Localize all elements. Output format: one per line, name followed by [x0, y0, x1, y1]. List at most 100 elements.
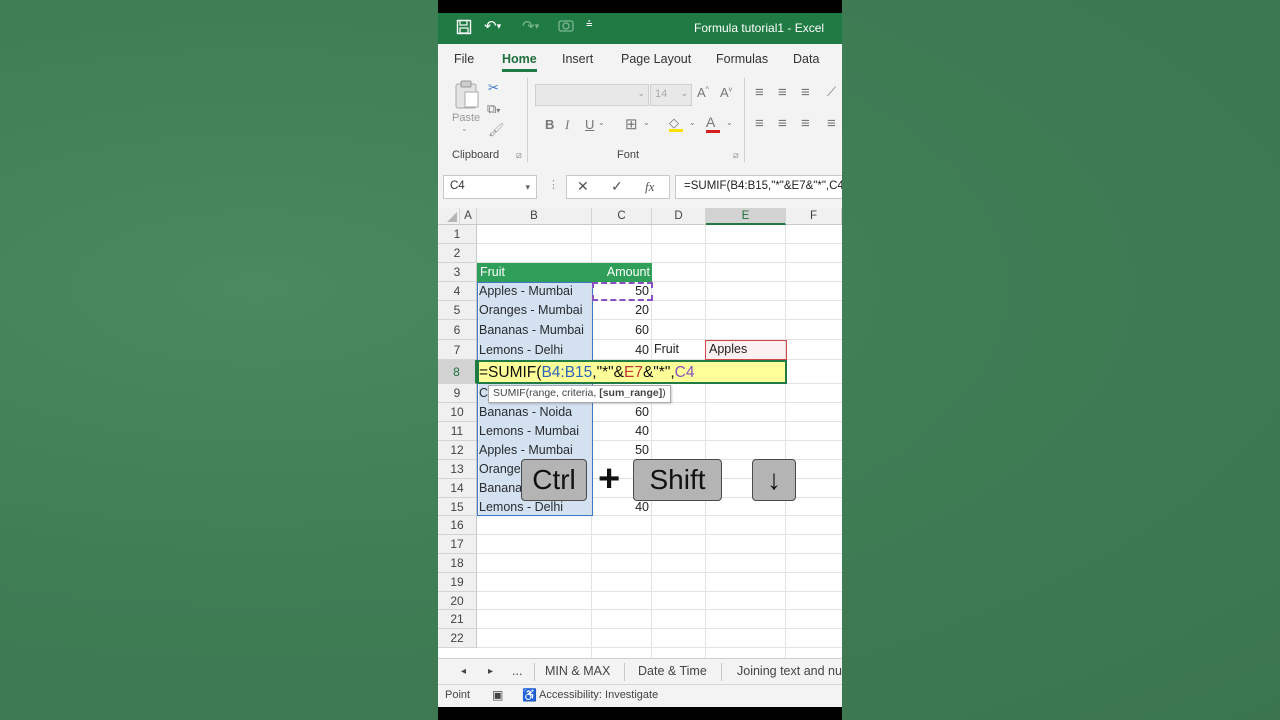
- row-header-10[interactable]: 10: [438, 403, 477, 422]
- row-header-12[interactable]: 12: [438, 441, 477, 460]
- italic-button[interactable]: I: [565, 117, 569, 133]
- row-header-22[interactable]: 22: [438, 629, 477, 648]
- insert-function-icon[interactable]: fx: [645, 179, 654, 195]
- criteria-value[interactable]: Apples: [709, 340, 785, 359]
- criteria-label[interactable]: Fruit: [654, 340, 706, 359]
- orientation-icon[interactable]: ⟋: [827, 84, 836, 100]
- row-header-18[interactable]: 18: [438, 554, 477, 573]
- align-bottom-icon[interactable]: ≡: [801, 84, 810, 101]
- scroll-left-icon[interactable]: ◂: [461, 666, 466, 677]
- amount-cell[interactable]: 40: [592, 340, 651, 360]
- worksheet-grid[interactable]: A B C D E F 1 2 3 4 5 6 7 8 9 10 11 12 13 14 15 16 17 18 1…: [438, 208, 842, 658]
- row-header-9[interactable]: 9: [438, 384, 477, 403]
- shrink-font-icon[interactable]: Av: [720, 85, 732, 100]
- clipboard-group-label: Clipboard: [452, 149, 500, 161]
- borders-icon[interactable]: ⊞: [625, 115, 638, 133]
- tab-page-layout[interactable]: Page Layout: [621, 52, 691, 66]
- sheet-tab-min-max[interactable]: MIN & MAX: [545, 664, 610, 678]
- clipboard-launcher-icon[interactable]: ⧄: [516, 150, 522, 161]
- amount-cell[interactable]: 40: [592, 422, 651, 441]
- amount-cell[interactable]: 60: [592, 403, 651, 422]
- drag-handle-icon[interactable]: ⋮: [548, 178, 559, 191]
- macro-record-icon[interactable]: ▣: [492, 688, 503, 702]
- row-header-15[interactable]: 15: [438, 498, 477, 516]
- indent-icon[interactable]: ≡: [827, 115, 836, 132]
- amount-cell[interactable]: 20: [592, 301, 651, 320]
- font-size-combo[interactable]: 14 ⌄: [650, 84, 692, 106]
- column-header-b[interactable]: B: [477, 208, 592, 225]
- save-icon[interactable]: [456, 19, 472, 39]
- row-header-5[interactable]: 5: [438, 301, 477, 320]
- format-painter-icon[interactable]: 🖌: [488, 122, 505, 138]
- row-header-1[interactable]: 1: [438, 225, 477, 244]
- cut-icon[interactable]: ✂: [488, 80, 499, 96]
- table-header-amount[interactable]: Amount: [592, 263, 652, 282]
- tab-insert[interactable]: Insert: [562, 52, 593, 66]
- row-header-20[interactable]: 20: [438, 592, 477, 610]
- redo-icon[interactable]: ↷▾: [522, 17, 539, 35]
- font-name-combo[interactable]: ⌄: [535, 84, 649, 106]
- sheet-tab-joining-text[interactable]: Joining text and nu: [737, 664, 842, 678]
- row-header-2[interactable]: 2: [438, 244, 477, 263]
- bold-button[interactable]: B: [545, 117, 554, 132]
- paste-dropdown-icon[interactable]: ⌄: [461, 124, 468, 133]
- amount-cell[interactable]: 60: [592, 320, 651, 340]
- row-header-14[interactable]: 14: [438, 479, 477, 498]
- fill-color-icon[interactable]: ◇: [669, 115, 683, 132]
- formula-input[interactable]: =SUMIF(B4:B15,"*"&E7&"*",C4: [675, 175, 842, 199]
- bottom-black-bar: [438, 707, 842, 720]
- column-header-f[interactable]: F: [786, 208, 842, 225]
- align-left-icon[interactable]: ≡: [755, 115, 764, 132]
- tab-home[interactable]: Home: [502, 52, 537, 72]
- sheet-tab-date-time[interactable]: Date & Time: [638, 664, 707, 678]
- more-sheets-button[interactable]: ...: [512, 664, 522, 678]
- chevron-down-icon[interactable]: ⌄: [643, 118, 650, 127]
- row-header-8[interactable]: 8: [438, 360, 477, 384]
- row-header-6[interactable]: 6: [438, 320, 477, 340]
- font-launcher-icon[interactable]: ⧄: [733, 150, 739, 161]
- camera-icon[interactable]: [558, 18, 574, 36]
- align-center-icon[interactable]: ≡: [778, 115, 787, 132]
- row-header-16[interactable]: 16: [438, 516, 477, 535]
- column-header-a[interactable]: A: [460, 208, 477, 225]
- cancel-icon[interactable]: ✕: [577, 178, 589, 195]
- underline-button[interactable]: U: [585, 117, 594, 132]
- chevron-down-icon[interactable]: ⌄: [598, 118, 605, 127]
- name-box[interactable]: C4 ▾: [443, 175, 537, 199]
- row-header-17[interactable]: 17: [438, 535, 477, 554]
- column-header-d[interactable]: D: [652, 208, 706, 225]
- tab-formulas[interactable]: Formulas: [716, 52, 768, 66]
- row-header-21[interactable]: 21: [438, 610, 477, 629]
- align-right-icon[interactable]: ≡: [801, 115, 810, 132]
- select-all-corner[interactable]: [438, 208, 460, 225]
- copy-icon[interactable]: ⧉▾: [487, 101, 500, 117]
- row-header-3[interactable]: 3: [438, 263, 477, 282]
- chevron-down-icon[interactable]: ▾: [525, 182, 530, 193]
- undo-icon[interactable]: ↶▾: [484, 17, 501, 35]
- scroll-right-icon[interactable]: ▸: [488, 666, 493, 677]
- tab-separator: [721, 663, 722, 681]
- chevron-down-icon[interactable]: ⌄: [726, 118, 733, 127]
- enter-icon[interactable]: ✓: [611, 178, 623, 195]
- table-header-fruit[interactable]: Fruit: [477, 263, 592, 282]
- row-header-7[interactable]: 7: [438, 340, 477, 360]
- tab-file[interactable]: File: [454, 52, 474, 66]
- column-header-e[interactable]: E: [706, 208, 786, 225]
- font-color-icon[interactable]: A: [706, 114, 720, 133]
- row-header-13[interactable]: 13: [438, 460, 477, 479]
- column-header-c[interactable]: C: [592, 208, 652, 225]
- row-header-4[interactable]: 4: [438, 282, 477, 301]
- customize-toolbar-icon[interactable]: ⩮: [586, 18, 592, 31]
- tab-data[interactable]: Data: [793, 52, 819, 66]
- grow-font-icon[interactable]: A^: [697, 85, 709, 100]
- align-top-icon[interactable]: ≡: [755, 84, 764, 101]
- active-cell-editor[interactable]: =SUMIF(B4:B15,"*"&E7&"*",C4: [477, 360, 787, 384]
- accessibility-icon[interactable]: ♿: [522, 688, 537, 702]
- row-header-11[interactable]: 11: [438, 422, 477, 441]
- accessibility-status[interactable]: Accessibility: Investigate: [539, 689, 658, 701]
- chevron-down-icon[interactable]: ⌄: [689, 118, 696, 127]
- align-middle-icon[interactable]: ≡: [778, 84, 787, 101]
- paste-icon[interactable]: [454, 80, 480, 113]
- tab-separator: [534, 663, 535, 681]
- row-header-19[interactable]: 19: [438, 573, 477, 592]
